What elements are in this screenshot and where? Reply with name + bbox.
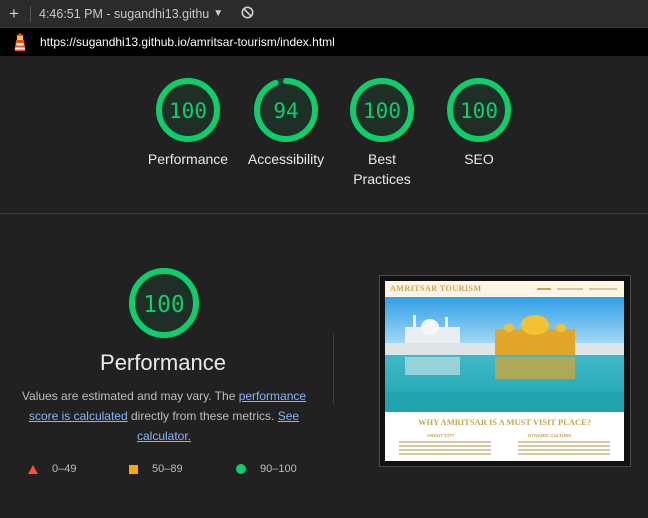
text-line xyxy=(399,441,491,443)
devtools-toolbar: + 4:46:51 PM - sugandhi13.githu ▼ xyxy=(0,0,648,28)
screenshot-page: AMRITSAR TOURISM WHY AMRITSAR IS A MUST … xyxy=(385,281,624,461)
performance-title: Performance xyxy=(100,350,226,375)
triangle-icon xyxy=(28,464,38,474)
gauge-score: 94 xyxy=(273,99,298,123)
nav-item-bar xyxy=(537,288,551,290)
gauge-ring: 100 xyxy=(447,78,511,142)
gauge-label: Performance xyxy=(147,151,229,167)
site-brand: AMRITSAR TOURISM xyxy=(390,284,482,293)
toolbar-separator xyxy=(30,5,31,22)
gauge-ring: 100 xyxy=(350,78,414,142)
gauge-ring: 94 xyxy=(254,78,318,142)
gauge-accessibility[interactable]: 94 Accessibility xyxy=(236,77,336,169)
gauge-label: Best Practices xyxy=(353,151,411,187)
text-line xyxy=(399,453,491,455)
gauge-score: 100 xyxy=(169,99,207,123)
report-url-link[interactable]: https://sugandhi13.github.io/amritsar-to… xyxy=(40,35,335,49)
gauge-best-practices[interactable]: 100 Best Practices xyxy=(332,77,432,189)
report-selector[interactable]: 4:46:51 PM - sugandhi13.githu xyxy=(39,7,209,21)
report-url-bar: https://sugandhi13.github.io/amritsar-to… xyxy=(0,28,648,56)
desc-text: Values are estimated and may vary. The xyxy=(21,389,239,403)
circle-icon xyxy=(236,464,246,474)
performance-description: Values are estimated and may vary. The p… xyxy=(14,386,314,446)
gauge-label: Accessibility xyxy=(247,151,325,167)
legend-range: 90–100 xyxy=(260,463,297,475)
square-icon xyxy=(129,464,138,474)
site-heading: WHY AMRITSAR IS A MUST VISIT PLACE? xyxy=(417,417,592,427)
gauge-label: SEO xyxy=(464,151,494,167)
site-col-heading: DYNAMIC CULTURE xyxy=(528,433,572,438)
gauge-ring: 100 xyxy=(156,78,220,142)
site-navbar: AMRITSAR TOURISM xyxy=(385,281,624,297)
nav-item-bar xyxy=(589,288,617,290)
vertical-divider xyxy=(333,334,334,404)
hero-image xyxy=(385,297,624,412)
legend-fail: 0–49 xyxy=(28,463,76,475)
legend-range: 50–89 xyxy=(152,463,183,475)
legend-average: 50–89 xyxy=(129,463,183,475)
desc-text: directly from these metrics. xyxy=(127,409,278,423)
text-line xyxy=(399,445,491,447)
lighthouse-icon xyxy=(12,32,28,52)
site-col-heading: ABOUT CITY xyxy=(427,433,455,438)
text-line xyxy=(518,445,610,447)
performance-score: 100 xyxy=(143,292,185,318)
performance-big-gauge: 100 xyxy=(127,266,201,340)
nav-item-bar xyxy=(557,288,583,290)
text-line xyxy=(518,441,610,443)
section-divider xyxy=(0,213,648,214)
text-line xyxy=(518,453,610,455)
chevron-down-icon[interactable]: ▼ xyxy=(213,8,223,19)
legend-range: 0–49 xyxy=(52,463,77,475)
gauge-seo[interactable]: 100 SEO xyxy=(429,77,529,169)
category-gauges: 100 Performance 94 Accessibility 100 Bes… xyxy=(0,57,648,213)
legend-pass: 90–100 xyxy=(236,463,297,475)
block-icon[interactable] xyxy=(241,6,254,22)
text-line xyxy=(518,449,610,451)
text-line xyxy=(399,449,491,451)
plus-icon[interactable]: + xyxy=(0,4,28,24)
gauge-score: 100 xyxy=(363,99,401,123)
gauge-score: 100 xyxy=(460,99,498,123)
final-screenshot[interactable]: AMRITSAR TOURISM WHY AMRITSAR IS A MUST … xyxy=(379,275,631,467)
gauge-performance[interactable]: 100 Performance xyxy=(138,77,238,169)
